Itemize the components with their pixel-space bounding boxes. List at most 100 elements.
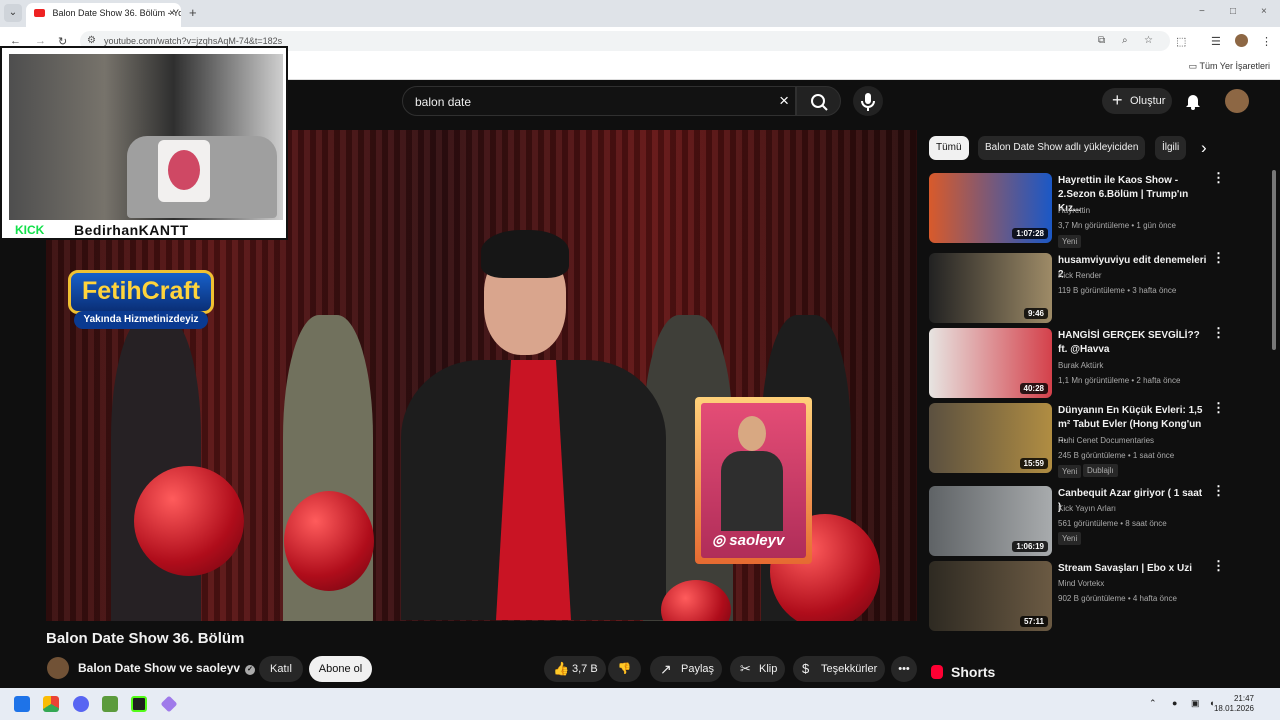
- recommended-video[interactable]: 9:46 husamviyuviyu edit denemeleri 2 Kic…: [929, 251, 1225, 323]
- search-button[interactable]: [796, 86, 841, 116]
- dislike-button[interactable]: 👎: [608, 656, 641, 682]
- recommended-video[interactable]: 1:06:19 Canbequit Azar giriyor ( 1 saat …: [929, 484, 1225, 556]
- video-thumbnail[interactable]: 1:06:19: [929, 486, 1052, 556]
- video-title[interactable]: Stream Savaşları | Ebo x Uzi: [1058, 562, 1208, 576]
- more-icon[interactable]: ⋮: [1212, 484, 1225, 497]
- like-count: 3,7 B: [572, 663, 598, 675]
- video-thumbnail[interactable]: 1:07:28: [929, 173, 1052, 243]
- channel-name[interactable]: Ruhi Cenet Documentaries: [1058, 436, 1154, 445]
- microphone-icon[interactable]: ●: [1172, 698, 1177, 708]
- user-avatar[interactable]: [1225, 89, 1249, 113]
- share-button[interactable]: ↗ Paylaş: [650, 656, 722, 682]
- instagram-handle: ◎ saoleyv: [712, 531, 784, 549]
- chip-all[interactable]: Tümü: [929, 136, 969, 160]
- video-thumbnail[interactable]: 40:28: [929, 328, 1052, 398]
- new-tab-button[interactable]: +: [189, 5, 197, 20]
- date: 18.01.2026: [1213, 704, 1254, 713]
- scrollbar[interactable]: [1272, 170, 1276, 350]
- notifications-bell-icon[interactable]: [1185, 92, 1201, 110]
- video-title[interactable]: HANGİSİ GERÇEK SEVGİLİ?? ft. @Havva: [1058, 329, 1208, 357]
- video-duration: 40:28: [1019, 383, 1048, 394]
- red-balloon: [284, 491, 374, 591]
- channel-name[interactable]: Kick Yayın Arları: [1058, 504, 1116, 513]
- channel-name-text: Balon Date Show ve saoleyv: [78, 661, 241, 675]
- open-app-icon[interactable]: ⧉: [1098, 35, 1105, 46]
- channel-name[interactable]: Balon Date Show ve saoleyv ✓: [78, 661, 256, 675]
- recommended-video[interactable]: 40:28 HANGİSİ GERÇEK SEVGİLİ?? ft. @Havv…: [929, 326, 1225, 398]
- age: 1 gün önce: [1136, 221, 1176, 230]
- age: 4 hafta önce: [1132, 594, 1177, 603]
- reading-list-icon[interactable]: ☰: [1211, 35, 1221, 48]
- bookmark-star-icon[interactable]: ☆: [1144, 35, 1153, 46]
- subscribe-button[interactable]: Abone ol: [309, 656, 372, 682]
- video-duration: 15:59: [1019, 458, 1048, 469]
- profile-avatar[interactable]: [1235, 34, 1248, 47]
- close-window-icon[interactable]: ×: [1261, 6, 1267, 17]
- app-icon[interactable]: [160, 695, 178, 713]
- recommended-video[interactable]: 15:59 Dünyanın En Küçük Evleri: 1,5 m² T…: [929, 401, 1225, 478]
- channel-avatar[interactable]: [47, 657, 69, 679]
- network-icon[interactable]: ▣: [1191, 698, 1200, 709]
- more-icon[interactable]: ⋮: [1212, 559, 1225, 572]
- tab-search-button[interactable]: ⌄: [4, 4, 22, 22]
- video-thumbnail[interactable]: 15:59: [929, 403, 1052, 473]
- thumbs-up-icon: 👍: [553, 661, 570, 676]
- search-box[interactable]: balon date ×: [402, 86, 796, 116]
- more-icon[interactable]: ⋮: [1212, 171, 1225, 184]
- more-icon[interactable]: ⋮: [1212, 251, 1225, 264]
- recommended-video[interactable]: 1:07:28 Hayrettin ile Kaos Show - 2.Sezo…: [929, 171, 1225, 248]
- thanks-button[interactable]: $ Teşekkürler: [793, 656, 885, 682]
- more-icon[interactable]: ⋮: [1212, 326, 1225, 339]
- restore-icon[interactable]: □: [1230, 6, 1236, 17]
- voice-search-button[interactable]: [853, 86, 883, 116]
- browser-tab[interactable]: Balon Date Show 36. Bölüm - Yo ×: [26, 3, 181, 27]
- discord-icon[interactable]: [73, 696, 89, 712]
- video-duration: 9:46: [1023, 308, 1048, 319]
- video-thumbnail[interactable]: 57:11: [929, 561, 1052, 631]
- menu-icon[interactable]: ⋮: [1261, 35, 1272, 48]
- instagram-handle-text: saoleyv: [729, 532, 785, 549]
- windows-start-icon[interactable]: [14, 696, 30, 712]
- more-actions-button[interactable]: •••: [891, 656, 917, 682]
- shorts-section-title: Shorts: [931, 664, 995, 680]
- clip-button[interactable]: ✂ Klip: [730, 656, 785, 682]
- all-bookmarks[interactable]: ▭ Tüm Yer İşaretleri: [1189, 61, 1270, 72]
- views: 3,7 Mn görüntüleme: [1058, 221, 1130, 230]
- red-balloon: [134, 466, 244, 576]
- channel-name[interactable]: Mind Vortekx: [1058, 579, 1104, 588]
- chrome-icon[interactable]: [43, 696, 59, 712]
- video-meta: 3,7 Mn görüntüleme • 1 gün önce: [1058, 221, 1176, 230]
- like-button[interactable]: 👍 3,7 B: [544, 656, 606, 682]
- kick-label: KICK: [15, 223, 45, 237]
- views: 245 B görüntüleme: [1058, 451, 1126, 460]
- time: 21:47: [1233, 694, 1254, 703]
- tray-overflow-icon[interactable]: ⌃: [1149, 698, 1157, 709]
- minimize-icon[interactable]: −: [1199, 6, 1205, 17]
- tab-close-icon[interactable]: ×: [169, 8, 175, 19]
- site-info-icon[interactable]: ⚙: [87, 35, 96, 46]
- chip-related[interactable]: İlgili: [1155, 136, 1187, 160]
- video-thumbnail[interactable]: 9:46: [929, 253, 1052, 323]
- create-button[interactable]: Oluştur: [1102, 88, 1172, 114]
- channel-name[interactable]: Kick Render: [1058, 271, 1102, 280]
- share-label: Paylaş: [681, 663, 715, 675]
- search-input[interactable]: balon date: [415, 95, 471, 109]
- instagram-card: ◎ saoleyv: [695, 397, 812, 564]
- channel-name[interactable]: Burak Aktürk: [1058, 361, 1103, 370]
- join-button[interactable]: Katıl: [259, 656, 303, 682]
- chip-uploader[interactable]: Balon Date Show adlı yükleyiciden: [978, 136, 1146, 160]
- extensions-icon[interactable]: ⬚: [1176, 35, 1186, 48]
- url-text[interactable]: youtube.com/watch?v=jzqhsAqM-74&t=182s: [104, 36, 282, 46]
- clear-search-icon[interactable]: ×: [779, 91, 789, 111]
- zoom-icon[interactable]: ⌕: [1122, 35, 1128, 46]
- channel-name[interactable]: Hayrettin: [1058, 206, 1090, 215]
- system-clock[interactable]: 21:47 18.01.2026: [1214, 694, 1254, 714]
- chevron-right-icon[interactable]: ›: [1201, 138, 1207, 158]
- minecraft-icon[interactable]: [102, 696, 118, 712]
- more-icon[interactable]: ⋮: [1212, 401, 1225, 414]
- all-bookmarks-label: Tüm Yer İşaretleri: [1199, 61, 1270, 71]
- video-duration: 1:06:19: [1012, 541, 1048, 552]
- kick-app-icon[interactable]: [131, 696, 147, 712]
- age: 8 saat önce: [1125, 519, 1167, 528]
- recommended-video[interactable]: 57:11 Stream Savaşları | Ebo x Uzi Mind …: [929, 559, 1225, 631]
